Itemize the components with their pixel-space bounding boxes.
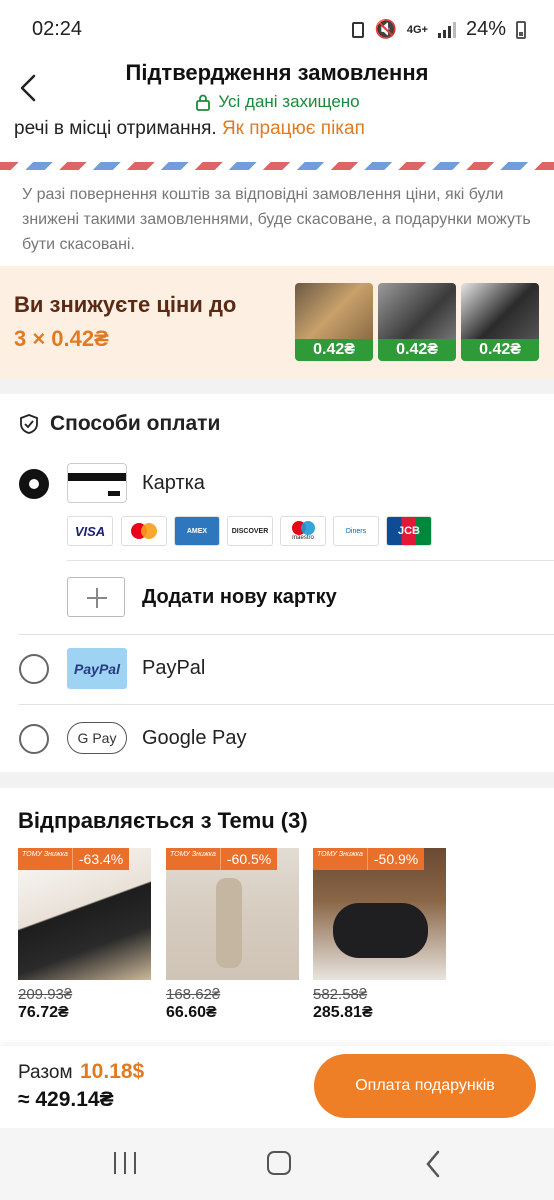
section-separator: [0, 772, 554, 788]
divider: [18, 704, 554, 705]
discount-percent: -60.5%: [219, 848, 278, 870]
card-label: Картка: [142, 472, 205, 494]
section-separator: [0, 378, 554, 394]
new-price: 285.81₴: [313, 1004, 373, 1021]
pay-gifts-button[interactable]: Оплата подарунків: [314, 1054, 536, 1118]
promo-line2: 3 × 0.42₴: [14, 326, 109, 351]
lock-icon: [196, 94, 211, 111]
recents-icon[interactable]: [112, 1152, 138, 1174]
total-uah: ≈ 429.14₴: [18, 1088, 114, 1111]
add-card-label: Додати нову картку: [142, 586, 337, 608]
promo-item-price: 0.42₴: [378, 339, 456, 361]
promo-item[interactable]: 0.42₴: [378, 283, 456, 361]
promo-item[interactable]: 0.42₴: [295, 283, 373, 361]
total-label: Разом: [18, 1062, 73, 1083]
system-nav-bar: [0, 1128, 554, 1200]
shipping-title: Відправляється з Temu (3): [18, 808, 308, 833]
badge-tag: ТОМУ Знижка: [166, 848, 220, 870]
old-price: 582.58₴: [313, 986, 368, 1003]
header: Підтвердження замовлення Усі дані захище…: [0, 52, 554, 122]
jcb-icon: JCB: [386, 516, 432, 546]
card-icon: [67, 463, 127, 503]
promo-item-price: 0.42₴: [461, 339, 539, 361]
pickup-text: речі в місці отримання.: [14, 118, 217, 139]
price-drop-banner[interactable]: Ви знижуєте ціни до 3 × 0.42₴ 0.42₴ 0.42…: [0, 266, 554, 378]
boot-image: [461, 283, 539, 341]
product-card-slippers[interactable]: ТОМУ Знижка -50.9%: [313, 848, 446, 980]
boot-image: [378, 283, 456, 341]
discount-badge: ТОМУ Знижка -63.4%: [18, 848, 130, 870]
add-card-row[interactable]: Додати нову картку: [0, 563, 554, 633]
paypal-label: PayPal: [142, 657, 206, 679]
promo-line1: Ви знижуєте ціни до: [14, 292, 237, 317]
status-icons: 🔇 4G+ 24%: [352, 18, 526, 41]
discount-badge: ТОМУ Знижка -60.5%: [166, 848, 278, 870]
badge-tag: ТОМУ Знижка: [313, 848, 367, 870]
payment-section-title: Способи оплати: [18, 412, 220, 436]
mute-icon: 🔇: [374, 19, 397, 39]
total-usd: 10.18$: [80, 1060, 145, 1083]
discount-percent: -63.4%: [71, 848, 130, 870]
maestro-label: maestro: [292, 535, 314, 541]
signal-icon: [437, 21, 456, 38]
divider: [18, 634, 554, 635]
promo-item-price: 0.42₴: [295, 339, 373, 361]
maestro-icon: maestro: [280, 516, 326, 546]
sim-icon: [352, 21, 365, 38]
secure-text: Усі дані захищено: [218, 92, 360, 111]
diners-icon: Diners: [333, 516, 379, 546]
google-pay-radio[interactable]: [19, 724, 49, 754]
plus-icon: [67, 577, 125, 617]
badge-tag: ТОМУ Знижка: [18, 848, 72, 870]
battery-label: 24%: [465, 18, 506, 40]
old-price: 209.93₴: [18, 986, 73, 1003]
visa-icon: VISA: [67, 516, 113, 546]
google-pay-label: Google Pay: [142, 727, 247, 749]
page-title: Підтвердження замовлення: [125, 60, 429, 85]
back-nav-icon[interactable]: [424, 1150, 444, 1178]
home-icon[interactable]: [267, 1151, 291, 1175]
battery-icon: [516, 20, 526, 39]
google-pay-icon: G Pay: [67, 722, 127, 754]
status-bar: 02:24 🔇 4G+ 24%: [0, 0, 554, 58]
card-radio[interactable]: [19, 469, 49, 499]
boot-image: [295, 283, 373, 341]
promo-item[interactable]: 0.42₴: [461, 283, 539, 361]
mastercard-icon: [121, 516, 167, 546]
airmail-divider: [0, 162, 554, 170]
old-price: 168.62₴: [166, 986, 221, 1003]
amex-icon: AMEX: [174, 516, 220, 546]
status-time: 02:24: [32, 18, 83, 40]
product-card-brushes[interactable]: ТОМУ Знижка -63.4%: [18, 848, 151, 980]
paypal-radio[interactable]: [19, 654, 49, 684]
paypal-icon: PayPal: [67, 648, 127, 689]
discount-percent: -50.9%: [366, 848, 425, 870]
refund-notice: У разі повернення коштів за відповідні з…: [22, 186, 531, 253]
divider: [67, 560, 554, 561]
pickup-link[interactable]: Як працює пікап: [222, 118, 365, 139]
checkout-bar: Разом 10.18$ ≈ 429.14₴ Оплата подарунків: [0, 1046, 554, 1128]
network-label: 4G+: [406, 23, 428, 36]
secure-indicator: Усі дані захищено: [0, 92, 554, 112]
payment-title-text: Способи оплати: [50, 412, 221, 435]
pickup-info: речі в місці отримання. Як працює пікап: [14, 118, 365, 140]
shield-check-icon: [20, 414, 38, 434]
new-price: 76.72₴: [18, 1004, 69, 1021]
product-card-socks[interactable]: ТОМУ Знижка -60.5%: [166, 848, 299, 980]
new-price: 66.60₴: [166, 1004, 217, 1021]
discount-badge: ТОМУ Знижка -50.9%: [313, 848, 425, 870]
discover-icon: DISCOVER: [227, 516, 273, 546]
